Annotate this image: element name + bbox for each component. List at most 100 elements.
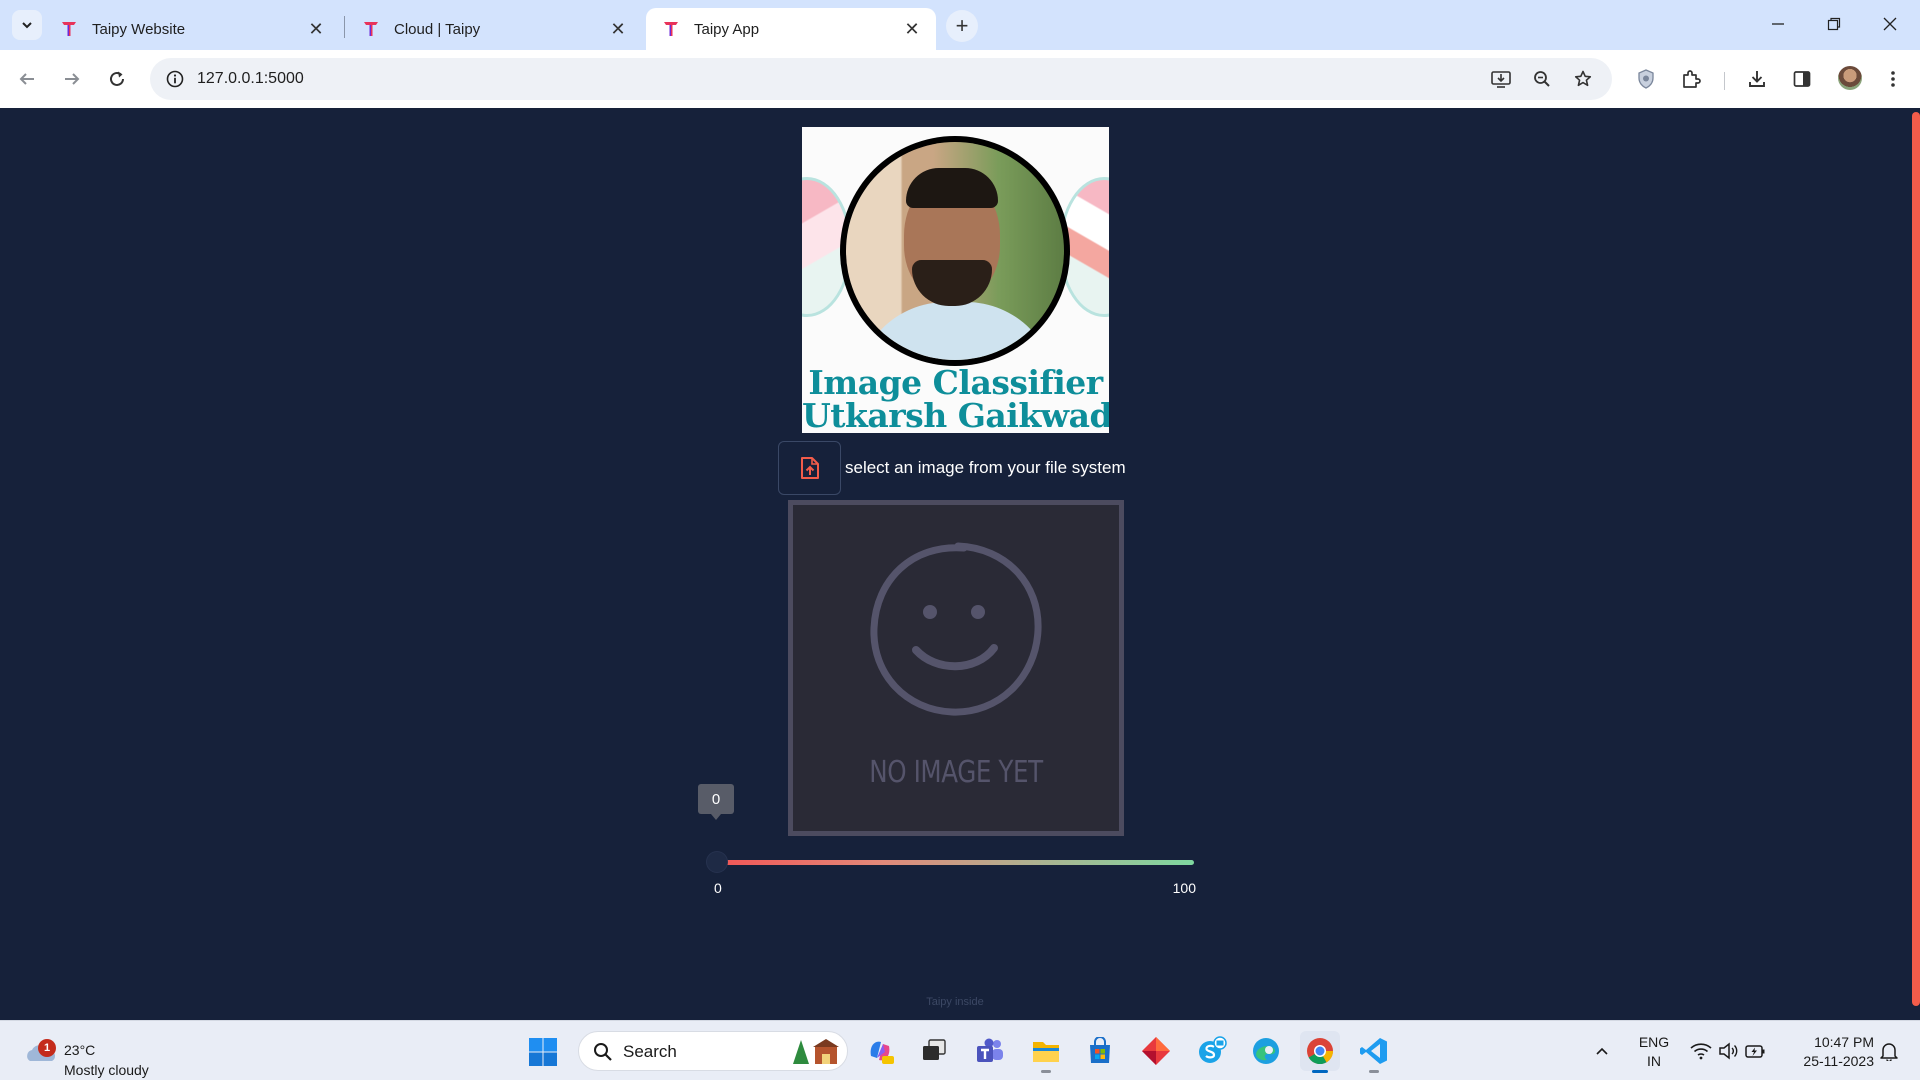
task-view-icon	[923, 1039, 946, 1060]
scrollbar-thumb[interactable]	[1912, 112, 1920, 1006]
taskbar-chrome[interactable]	[1300, 1031, 1340, 1073]
vscode-icon	[1360, 1038, 1387, 1064]
close-window-button[interactable]	[1870, 8, 1910, 40]
reload-icon	[110, 71, 124, 86]
weather-widget[interactable]: 1 23°C Mostly cloudy	[20, 1033, 170, 1078]
download-icon	[1749, 71, 1765, 87]
close-icon[interactable]: ✕	[306, 19, 326, 39]
tab-strip: Taipy Website ✕ Cloud | Taipy ✕ Taipy Ap…	[0, 0, 1920, 50]
minimize-icon	[1772, 23, 1784, 25]
shield-icon	[1638, 69, 1654, 89]
chrome-menu-button[interactable]	[1876, 62, 1910, 96]
skype-icon	[1199, 1036, 1227, 1063]
taskbar-copilot[interactable]	[860, 1031, 900, 1071]
weather-temp: 23°C	[64, 1042, 96, 1058]
no-image-text: NO IMAGE YET	[869, 755, 1043, 790]
windows-logo-icon	[529, 1038, 557, 1066]
file-explorer-icon	[1033, 1042, 1059, 1062]
chevron-up-icon	[1596, 1047, 1608, 1055]
address-bar[interactable]: 127.0.0.1:5000	[150, 58, 1612, 100]
taskbar-clock[interactable]: 10:47 PM 25-11-2023	[1782, 1033, 1874, 1071]
extensions-button[interactable]	[1674, 62, 1708, 96]
tab-taipy-app[interactable]: Taipy App ✕	[646, 8, 936, 50]
minimize-button[interactable]	[1758, 8, 1798, 40]
chrome-icon	[1307, 1038, 1334, 1065]
store-icon	[1090, 1037, 1110, 1063]
slider-track[interactable]	[716, 860, 1194, 865]
puzzle-icon	[1683, 70, 1701, 88]
header-banner-image: Image Classifier Utkarsh Gaikwad	[802, 127, 1109, 433]
confidence-slider[interactable]: 0 0 100	[698, 784, 1199, 896]
arrow-right-icon	[65, 73, 80, 85]
slider-min-label: 0	[714, 880, 722, 896]
profile-avatar[interactable]	[1838, 66, 1862, 90]
install-app-icon	[1491, 71, 1511, 88]
slider-thumb[interactable]	[707, 852, 727, 872]
taskbar-search[interactable]: Search	[578, 1031, 848, 1071]
downloads-button[interactable]	[1740, 62, 1774, 96]
arrow-left-icon	[19, 73, 34, 85]
notifications-button[interactable]	[1874, 1021, 1904, 1080]
quick-settings-button[interactable]	[1684, 1021, 1772, 1080]
bell-icon	[1880, 1043, 1898, 1061]
clock-date: 25-11-2023	[1803, 1053, 1874, 1069]
taskbar-skype[interactable]	[1192, 1031, 1232, 1071]
tab-title: Taipy App	[694, 20, 760, 38]
taskbar-store[interactable]	[1080, 1031, 1120, 1071]
start-button[interactable]	[528, 1037, 558, 1067]
close-icon	[1883, 17, 1897, 31]
close-icon[interactable]: ✕	[608, 19, 628, 39]
side-panel-button[interactable]	[1785, 62, 1819, 96]
close-icon[interactable]: ✕	[902, 19, 922, 39]
notification-badge: 1	[38, 1039, 56, 1057]
taskbar: 1 23°C Mostly cloudy Search ENG IN 10:47…	[0, 1020, 1920, 1080]
taipy-logo-icon	[364, 22, 378, 36]
app-page: Image Classifier Utkarsh Gaikwad select …	[0, 108, 1920, 1020]
info-icon	[166, 70, 184, 88]
tab-search-button[interactable]	[12, 10, 42, 40]
site-info-button[interactable]	[160, 64, 190, 94]
battery-icon	[1745, 1045, 1765, 1058]
taskbar-file-explorer[interactable]	[1026, 1031, 1066, 1073]
back-button[interactable]	[10, 62, 44, 96]
app-icon	[1142, 1037, 1170, 1065]
new-tab-button[interactable]: +	[946, 10, 978, 42]
show-hidden-icons-button[interactable]	[1590, 1021, 1614, 1080]
taskbar-app[interactable]	[1136, 1031, 1176, 1071]
file-upload-button[interactable]	[778, 441, 841, 495]
install-app-button[interactable]	[1486, 64, 1516, 94]
tab-cloud-taipy[interactable]: Cloud | Taipy ✕	[346, 8, 642, 50]
taskbar-edge[interactable]	[1246, 1031, 1286, 1071]
more-vertical-icon	[1891, 71, 1895, 87]
chevron-down-icon	[22, 22, 32, 29]
banner-author: Utkarsh Gaikwad	[802, 396, 1109, 433]
input-language[interactable]: ENG IN	[1634, 1033, 1674, 1071]
star-icon	[1574, 70, 1592, 87]
restore-button[interactable]	[1814, 8, 1854, 40]
taipy-logo-icon	[664, 22, 678, 36]
holiday-illustration-icon	[793, 1039, 839, 1064]
taskbar-vscode[interactable]	[1354, 1031, 1394, 1073]
edge-icon	[1253, 1038, 1279, 1064]
taipy-footer: Taipy inside	[926, 996, 984, 1008]
taskbar-task-view[interactable]	[914, 1031, 954, 1071]
taskbar-teams[interactable]	[970, 1031, 1010, 1071]
side-panel-icon	[1793, 71, 1811, 87]
wifi-icon	[1690, 1043, 1712, 1060]
reload-button[interactable]	[100, 62, 134, 96]
image-display: NO IMAGE YET	[788, 500, 1124, 836]
copilot-icon	[870, 1041, 894, 1064]
clock-time: 10:47 PM	[1814, 1034, 1874, 1050]
browser-toolbar: 127.0.0.1:5000	[0, 50, 1920, 108]
profile-photo	[846, 142, 1064, 360]
tab-taipy-website[interactable]: Taipy Website ✕	[44, 8, 340, 50]
zoom-button[interactable]	[1527, 64, 1557, 94]
taipy-logo-icon	[62, 22, 76, 36]
tab-title: Taipy Website	[92, 20, 186, 38]
forward-button[interactable]	[55, 62, 89, 96]
scrollbar[interactable]	[1912, 108, 1920, 1010]
search-placeholder: Search	[623, 1042, 677, 1061]
slider-max-label: 100	[1172, 880, 1196, 896]
bookmark-button[interactable]	[1568, 64, 1598, 94]
extension-shield-button[interactable]	[1629, 62, 1663, 96]
